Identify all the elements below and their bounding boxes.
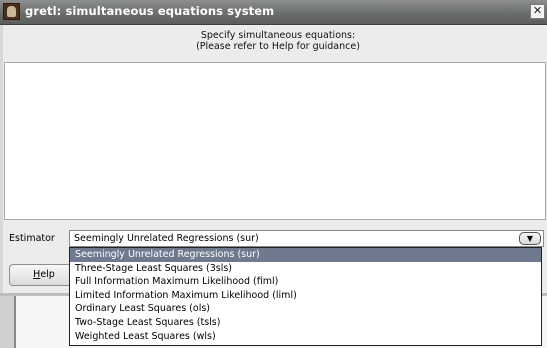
estimator-option-fiml[interactable]: Full Information Maximum Likelihood (fim… bbox=[70, 275, 541, 289]
estimator-option-tsls[interactable]: Two-Stage Least Squares (tsls) bbox=[70, 316, 541, 330]
estimator-combobox[interactable]: Seemingly Unrelated Regressions (sur) ▼ bbox=[69, 230, 544, 247]
estimator-option-sur[interactable]: Seemingly Unrelated Regressions (sur) bbox=[70, 248, 541, 262]
dropdown-arrow-icon[interactable]: ▼ bbox=[519, 232, 541, 245]
instructions-line-1: Specify simultaneous equations: bbox=[200, 30, 356, 41]
title-bar[interactable]: gretl: simultaneous equations system ✕ bbox=[0, 0, 547, 25]
estimator-selected-value: Seemingly Unrelated Regressions (sur) bbox=[74, 233, 259, 244]
equations-textarea[interactable] bbox=[4, 62, 546, 220]
instructions-line-2: (Please refer to Help for guidance) bbox=[196, 41, 360, 52]
window-title: gretl: simultaneous equations system bbox=[25, 4, 275, 18]
estimator-option-wls[interactable]: Weighted Least Squares (wls) bbox=[70, 330, 541, 344]
instructions: Specify simultaneous equations: (Please … bbox=[0, 30, 547, 52]
estimator-dropdown-list[interactable]: Seemingly Unrelated Regressions (sur) Th… bbox=[69, 247, 542, 346]
estimator-label: Estimator bbox=[9, 233, 55, 244]
dialog-left-edge bbox=[0, 25, 3, 295]
estimator-option-ols[interactable]: Ordinary Least Squares (ols) bbox=[70, 302, 541, 316]
gretl-app-icon bbox=[3, 3, 20, 20]
estimator-option-liml[interactable]: Limited Information Maximum Likelihood (… bbox=[70, 289, 541, 303]
estimator-option-3sls[interactable]: Three-Stage Least Squares (3sls) bbox=[70, 262, 541, 276]
strip-left-panel bbox=[0, 296, 16, 348]
close-button[interactable]: ✕ bbox=[530, 4, 545, 19]
help-label-rest: elp bbox=[40, 269, 55, 280]
